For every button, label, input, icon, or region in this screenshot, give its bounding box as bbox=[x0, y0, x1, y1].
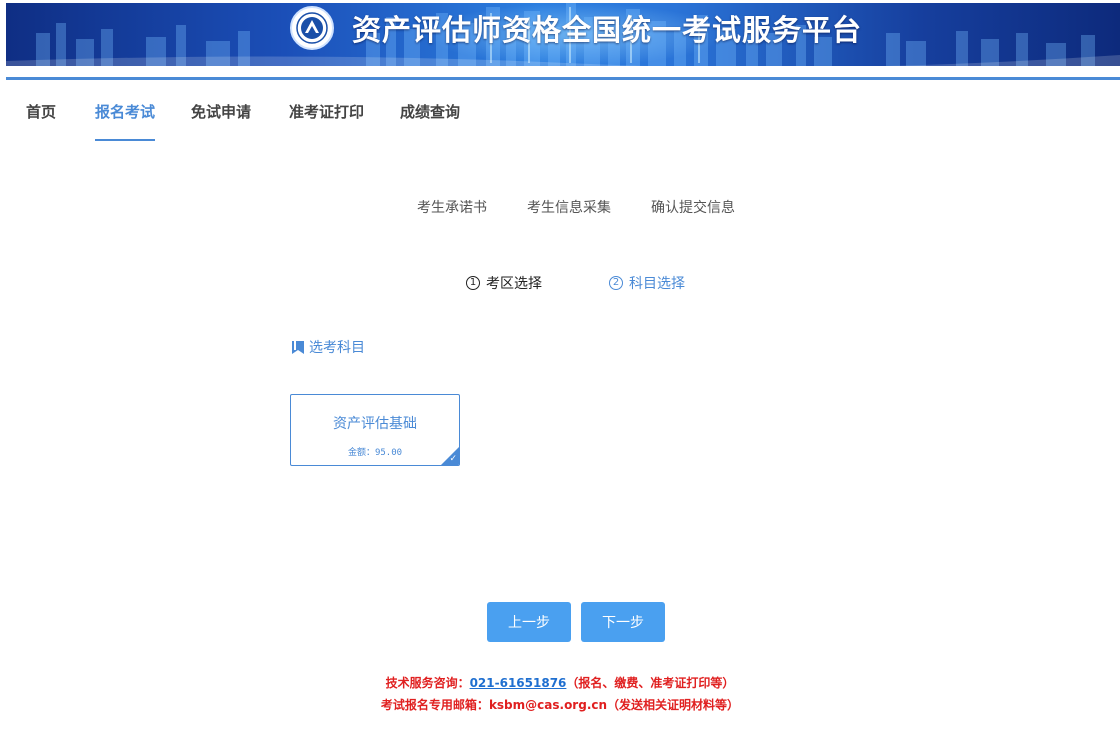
sub-steps: 1 考区选择 2 科目选择 bbox=[0, 273, 1120, 295]
nav-item-exemption[interactable]: 免试申请 bbox=[191, 101, 251, 141]
section-title-text: 选考科目 bbox=[309, 340, 365, 356]
registration-steps: 考生承诺书 考生信息采集 确认提交信息 bbox=[0, 197, 1120, 219]
footer-support-note: （报名、缴费、准考证打印等） bbox=[566, 676, 735, 690]
substep-exam-area: 1 考区选择 bbox=[466, 273, 542, 293]
substep-subject: 2 科目选择 bbox=[609, 273, 685, 293]
nav-item-registration[interactable]: 报名考试 bbox=[95, 101, 156, 141]
step-commitment: 考生承诺书 bbox=[417, 200, 487, 216]
step-confirm-submit: 确认提交信息 bbox=[651, 200, 735, 216]
footer-email: 考试报名专用邮箱：ksbm@cas.org.cn（发送相关证明材料等） bbox=[0, 696, 1120, 713]
subject-fee: 金额：95.00 bbox=[347, 448, 403, 458]
nav-item-admission-ticket[interactable]: 准考证打印 bbox=[289, 101, 364, 141]
step-info-collection: 考生信息采集 bbox=[527, 200, 611, 216]
nav-item-score-query[interactable]: 成绩查询 bbox=[400, 101, 460, 141]
footer-email-label: 考试报名专用邮箱： bbox=[380, 698, 489, 712]
header-banner: 资产评估师资格全国统一考试服务平台 bbox=[6, 3, 1120, 66]
support-phone-link[interactable]: 021-61651876 bbox=[470, 676, 567, 690]
section-title: 选考科目 bbox=[291, 337, 365, 357]
platform-title: 资产评估师资格全国统一考试服务平台 bbox=[352, 13, 863, 47]
footer-support-label: 技术服务咨询： bbox=[385, 676, 470, 690]
header-divider bbox=[6, 77, 1120, 80]
next-step-button[interactable]: 下一步 bbox=[581, 602, 665, 642]
footer-tech-support: 技术服务咨询：021-61651876（报名、缴费、准考证打印等） bbox=[0, 674, 1120, 691]
bookmark-icon bbox=[292, 340, 304, 354]
registration-email[interactable]: ksbm@cas.org.cn bbox=[489, 698, 607, 712]
step-number-badge: 2 bbox=[609, 276, 623, 290]
substep-label: 考区选择 bbox=[486, 276, 542, 292]
step-number-badge: 1 bbox=[466, 276, 480, 290]
nav-item-home[interactable]: 首页 bbox=[26, 101, 56, 141]
subject-card[interactable]: 资产评估基础 金额：95.00 ✓ bbox=[290, 394, 460, 466]
check-icon: ✓ bbox=[449, 454, 457, 464]
substep-label: 科目选择 bbox=[629, 276, 685, 292]
subject-name: 资产评估基础 bbox=[333, 416, 417, 432]
platform-logo bbox=[290, 6, 334, 50]
prev-step-button[interactable]: 上一步 bbox=[487, 602, 571, 642]
footer-email-note: （发送相关证明材料等） bbox=[607, 698, 740, 712]
